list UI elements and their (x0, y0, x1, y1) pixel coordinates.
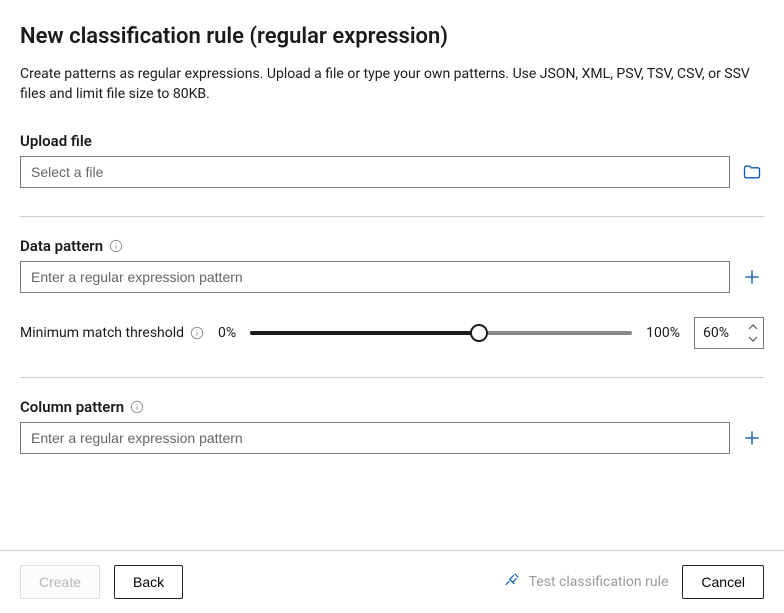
create-button: Create (20, 565, 100, 599)
test-classification-link[interactable]: Test classification rule (503, 571, 669, 593)
info-icon[interactable] (109, 239, 123, 253)
threshold-value: 60% (695, 318, 743, 348)
cancel-button[interactable]: Cancel (682, 565, 764, 599)
data-pattern-label: Data pattern (20, 237, 764, 255)
column-pattern-input[interactable] (20, 422, 730, 454)
plug-icon (503, 571, 521, 593)
page-title: New classification rule (regular express… (20, 24, 764, 49)
threshold-label-text: Minimum match threshold (20, 325, 184, 341)
threshold-slider[interactable] (250, 323, 632, 343)
plus-icon[interactable] (740, 426, 764, 450)
column-pattern-label-text: Column pattern (20, 398, 124, 416)
column-pattern-label: Column pattern (20, 398, 764, 416)
footer: Create Back Test classification rule Can… (0, 550, 784, 613)
info-icon[interactable] (190, 326, 204, 340)
test-classification-label: Test classification rule (529, 574, 669, 590)
upload-file-label-text: Upload file (20, 132, 92, 150)
threshold-spinbox[interactable]: 60% (694, 317, 764, 349)
upload-file-input[interactable] (20, 156, 730, 188)
plus-icon[interactable] (740, 265, 764, 289)
upload-file-label: Upload file (20, 132, 764, 150)
threshold-min-label: 0% (218, 325, 236, 341)
data-pattern-label-text: Data pattern (20, 237, 103, 255)
threshold-label: Minimum match threshold (20, 325, 204, 341)
threshold-max-label: 100% (646, 325, 680, 341)
divider (20, 216, 764, 217)
folder-icon[interactable] (740, 160, 764, 184)
data-pattern-input[interactable] (20, 261, 730, 293)
chevron-up-icon[interactable] (748, 321, 758, 333)
divider (20, 377, 764, 378)
chevron-down-icon[interactable] (748, 333, 758, 345)
info-icon[interactable] (130, 400, 144, 414)
page-description: Create patterns as regular expressions. … (20, 65, 764, 104)
back-button[interactable]: Back (114, 565, 183, 599)
